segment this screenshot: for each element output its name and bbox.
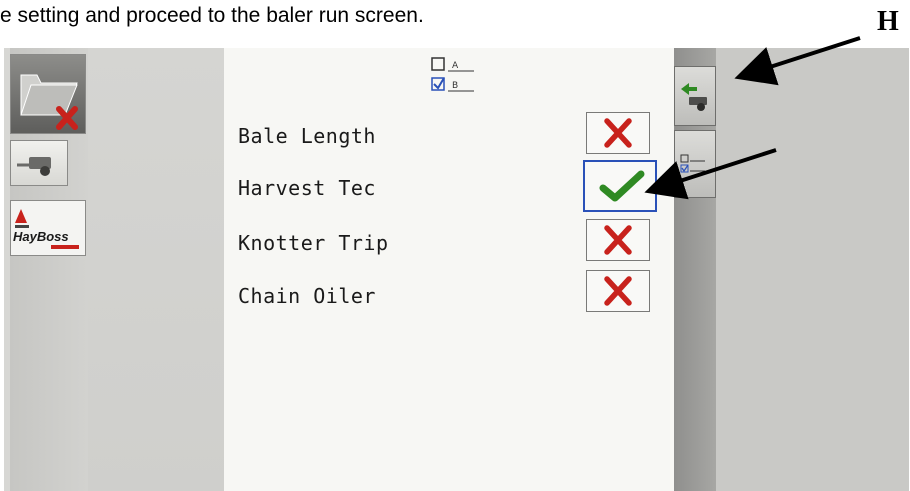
folder-delete-button[interactable] xyxy=(10,54,86,134)
checkbox-options-icon xyxy=(680,154,705,173)
hayboss-button[interactable]: HayBoss xyxy=(10,200,86,256)
legend-label-b: B xyxy=(452,81,458,91)
svg-text:HayBoss: HayBoss xyxy=(13,229,69,244)
callout-label-h: H xyxy=(877,6,899,37)
chain-oiler-toggle[interactable] xyxy=(586,270,650,312)
left-panel: HayBoss xyxy=(10,48,224,491)
harvest-tec-toggle[interactable] xyxy=(583,160,657,212)
knotter-trip-toggle[interactable] xyxy=(586,219,650,261)
terminal-screen: HayBoss A B Bale Length Harvest Tec Knot… xyxy=(4,48,909,491)
checkbox-options-button[interactable] xyxy=(674,130,716,198)
back-to-baler-run-button[interactable] xyxy=(674,66,716,126)
legend-label-a: A xyxy=(452,61,459,71)
main-content: A B Bale Length Harvest Tec Knotter Trip… xyxy=(224,48,674,491)
bale-length-toggle[interactable] xyxy=(586,112,650,154)
left-tab-strip: HayBoss xyxy=(10,48,88,491)
x-icon xyxy=(604,118,632,148)
folder-delete-icon xyxy=(20,74,78,130)
x-icon xyxy=(604,276,632,306)
back-to-baler-run-icon xyxy=(681,83,707,111)
caption-text: e setting and proceed to the baler run s… xyxy=(0,4,424,27)
right-tab-strip xyxy=(674,48,716,491)
x-icon xyxy=(604,225,632,255)
row-label-chain-oiler: Chain Oiler xyxy=(238,284,376,308)
row-label-harvest-tec: Harvest Tec xyxy=(238,176,376,200)
row-label-bale-length: Bale Length xyxy=(238,124,376,148)
baler-button[interactable] xyxy=(10,140,68,186)
right-panel-background xyxy=(716,48,909,491)
baler-icon xyxy=(17,157,51,176)
checkbox-legend-icon: A B xyxy=(431,57,474,92)
check-icon xyxy=(599,170,645,202)
haybuster-logo: HayBoss xyxy=(13,209,79,249)
right-panel xyxy=(674,48,909,491)
row-label-knotter-trip: Knotter Trip xyxy=(238,231,389,255)
